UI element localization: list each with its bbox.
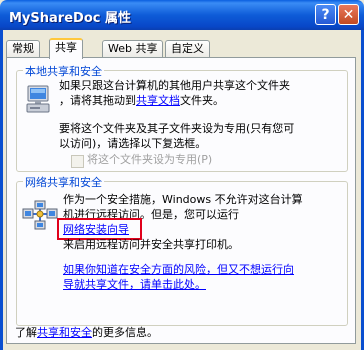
sharing-security-link[interactable]: 共享和安全 [37,326,92,339]
title-bar[interactable]: MyShareDoc 属性 ? ✕ [0,0,364,30]
risk-link-line-1[interactable]: 如果你知道在安全方面的风险，但又不想运行向 [63,262,294,277]
local-line-3: 要将这个文件夹及其子文件夹设为专用(只有您可 [59,122,295,135]
close-button[interactable]: ✕ [338,4,359,25]
tab-general[interactable]: 常规 [6,40,40,57]
local-sharing-group: 本地共享和安全 如果只跟这台计算机的其他用户共享这个文件夹 ，请将其拖动到共享文… [16,63,348,172]
tab-custom[interactable]: 自定义 [165,40,210,57]
network-icon [22,200,58,230]
network-sharing-group: 网络共享和安全 作为一个安全措施，Windows 不允许对这台计算 机进行远程访… [16,174,348,326]
shared-documents-link[interactable]: 共享文档 [136,94,180,107]
window-title: MyShareDoc 属性 [9,11,131,26]
learn-more-suffix: 的更多信息。 [92,326,158,339]
learn-more-prefix: 了解 [15,326,37,339]
make-private-label: 将这个文件夹设为专用(P) [87,153,213,166]
local-line-2: ，请将其拖动到共享文档文件夹。 [59,93,224,108]
network-line-3: 来启用远程访问并安全共享打印机。 [63,238,239,251]
local-line-2-prefix: ，请将其拖动到 [59,94,136,107]
risk-link-line-2[interactable]: 导就共享文件，请单击此处。 [63,277,206,292]
tab-sharing[interactable]: 共享 [49,38,83,59]
local-line-4: 以访问)，请选择以下复选框。 [59,137,207,150]
local-line-2-suffix: 文件夹。 [180,94,224,107]
tab-web-sharing[interactable]: Web 共享 [102,40,164,57]
network-line-1: 作为一个安全措施，Windows 不允许对这台计算 [63,193,303,206]
network-sharing-title: 网络共享和安全 [23,174,104,190]
help-button[interactable]: ? [315,4,336,25]
computer-icon [26,85,50,113]
local-sharing-title: 本地共享和安全 [23,63,104,79]
learn-more-text: 了解共享和安全的更多信息。 [15,325,158,340]
local-line-1: 如果只跟这台计算机的其他用户共享这个文件夹 [59,79,290,92]
tab-panel: 本地共享和安全 如果只跟这台计算机的其他用户共享这个文件夹 ，请将其拖动到共享文… [6,57,356,344]
make-private-checkbox[interactable] [71,155,84,168]
